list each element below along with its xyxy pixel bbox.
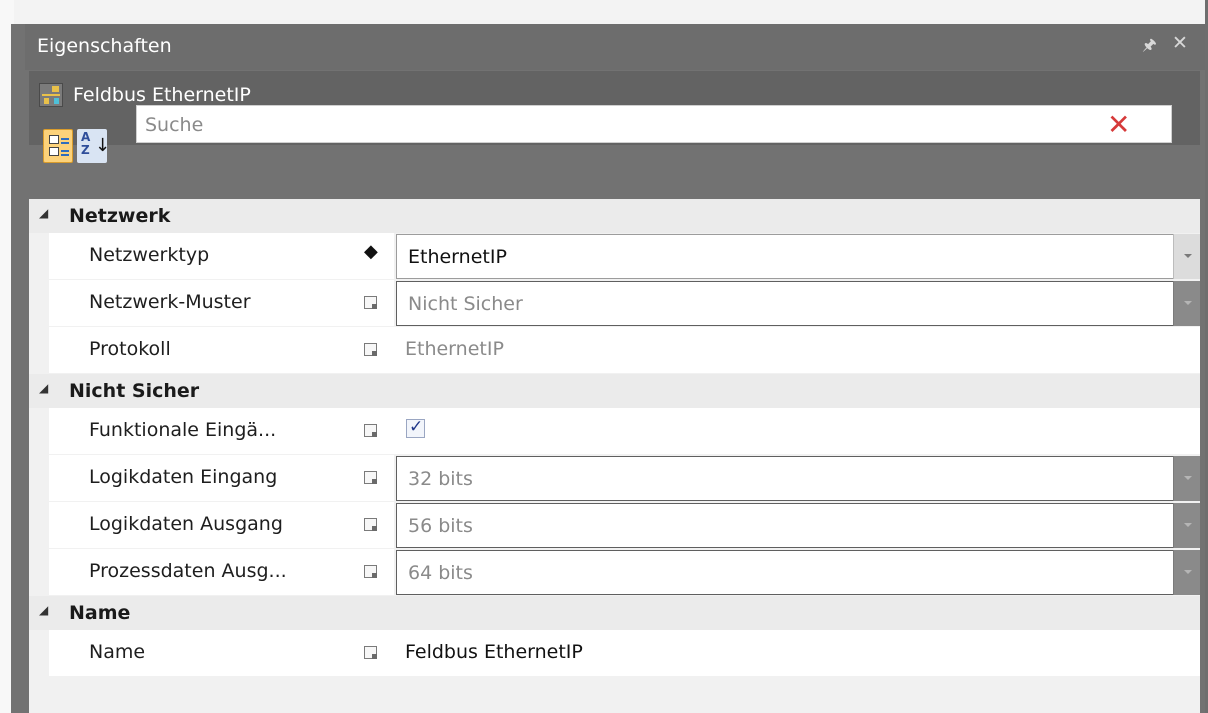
dropdown-arrow-icon[interactable] xyxy=(1173,503,1200,548)
property-marker-cell[interactable] xyxy=(364,455,394,501)
property-value-dropdown[interactable]: EthernetIP xyxy=(396,234,1200,279)
property-name-cell: Netzwerk-Muster xyxy=(49,280,364,326)
property-checkbox[interactable] xyxy=(406,417,425,438)
search-box[interactable]: Suche ✕ xyxy=(136,105,1172,143)
icon-line xyxy=(61,142,69,144)
panel-title: Eigenschaften xyxy=(37,35,172,57)
property-row[interactable]: Protokoll EthernetIP xyxy=(49,327,1200,374)
icon-line xyxy=(61,138,69,140)
property-name: Name xyxy=(89,641,146,663)
property-row[interactable]: Prozessdaten Ausg... 64 bits xyxy=(49,549,1200,596)
property-marker-cell[interactable] xyxy=(364,408,394,454)
property-marker-cell[interactable] xyxy=(364,502,394,548)
property-marker-diamond-icon[interactable]: ◆ xyxy=(364,241,378,262)
category-label: Nicht Sicher xyxy=(69,380,200,402)
property-row[interactable]: Logikdaten Ausgang 56 bits xyxy=(49,502,1200,549)
property-marker-icon[interactable] xyxy=(364,343,377,356)
pin-icon[interactable]: 🖈 xyxy=(1142,34,1157,61)
property-name: Logikdaten Ausgang xyxy=(89,513,283,535)
dropdown-arrow-icon[interactable] xyxy=(1173,550,1200,595)
sort-alphabetical-button[interactable]: AZ ↓ xyxy=(77,129,111,163)
category-header[interactable]: ◢ Name xyxy=(29,596,1200,630)
property-marker-cell[interactable] xyxy=(364,280,394,326)
property-name: Prozessdaten Ausg... xyxy=(89,560,287,582)
property-value-dropdown[interactable]: 32 bits xyxy=(396,456,1200,501)
property-name-cell: Netzwerktyp xyxy=(49,233,364,279)
property-value: EthernetIP xyxy=(408,246,507,268)
arrow-down-icon: ↓ xyxy=(95,135,111,156)
categorized-view-icon-part xyxy=(49,147,59,156)
property-marker-icon[interactable] xyxy=(364,646,377,659)
property-value-dropdown[interactable]: Nicht Sicher xyxy=(396,281,1200,326)
property-name-cell: Prozessdaten Ausg... xyxy=(49,549,364,595)
property-marker-icon[interactable] xyxy=(364,471,377,484)
property-value: 64 bits xyxy=(408,562,473,584)
property-marker-icon[interactable] xyxy=(364,296,377,309)
property-name: Funktionale Eingä... xyxy=(89,419,277,441)
property-name: Netzwerk-Muster xyxy=(89,291,251,313)
property-value: 56 bits xyxy=(408,515,473,537)
property-marker-cell[interactable] xyxy=(364,630,394,676)
property-value-field[interactable]: Feldbus EthernetIP xyxy=(394,630,1200,676)
property-name-cell: Name xyxy=(49,630,364,676)
property-name: Netzwerktyp xyxy=(89,244,210,266)
property-value: 32 bits xyxy=(408,468,473,490)
property-name: Protokoll xyxy=(89,338,171,360)
category-label: Name xyxy=(69,602,131,624)
property-name-cell: Logikdaten Ausgang xyxy=(49,502,364,548)
property-value-dropdown[interactable]: 64 bits xyxy=(396,550,1200,595)
property-marker-cell[interactable] xyxy=(364,549,394,595)
dropdown-arrow-icon[interactable] xyxy=(1173,234,1200,279)
property-marker-icon[interactable] xyxy=(364,518,377,531)
dropdown-arrow-icon[interactable] xyxy=(1173,456,1200,501)
property-row[interactable]: Logikdaten Eingang 32 bits xyxy=(49,455,1200,502)
panel-titlebar[interactable]: Eigenschaften 🖈 ✕ xyxy=(25,24,1205,70)
property-name-cell: Funktionale Eingä... xyxy=(49,408,364,454)
icon-line xyxy=(61,154,69,156)
category-header[interactable]: ◢ Nicht Sicher xyxy=(29,374,1200,408)
search-input[interactable]: Suche xyxy=(145,114,203,136)
close-icon[interactable]: ✕ xyxy=(1172,32,1188,54)
icon-line xyxy=(61,150,69,152)
property-row[interactable]: Netzwerk-Muster Nicht Sicher xyxy=(49,280,1200,327)
property-value: Nicht Sicher xyxy=(408,293,523,315)
property-value-dropdown[interactable]: 56 bits xyxy=(396,503,1200,548)
property-name-cell: Logikdaten Eingang xyxy=(49,455,364,501)
sort-alphabetical-icon: AZ xyxy=(81,130,91,157)
property-row[interactable]: Netzwerktyp ◆ EthernetIP xyxy=(49,233,1200,280)
property-row[interactable]: Name Feldbus EthernetIP xyxy=(49,630,1200,677)
property-grid: ◢ Netzwerk Netzwerktyp ◆ EthernetIP Netzwerk-… xyxy=(29,199,1200,713)
fieldbus-icon xyxy=(39,83,63,107)
categorized-view-icon xyxy=(49,135,59,144)
property-value-field[interactable]: EthernetIP xyxy=(394,327,1200,373)
object-title: Feldbus EthernetIP xyxy=(73,84,251,106)
property-value-checkbox-cell[interactable] xyxy=(394,408,1200,454)
property-name-cell: Protokoll xyxy=(49,327,364,373)
collapse-triangle-icon[interactable]: ◢ xyxy=(39,206,48,220)
property-name: Logikdaten Eingang xyxy=(89,466,278,488)
category-header[interactable]: ◢ Netzwerk xyxy=(29,199,1200,233)
property-marker-icon[interactable] xyxy=(364,424,377,437)
category-label: Netzwerk xyxy=(69,205,171,227)
property-value: EthernetIP xyxy=(405,338,504,360)
property-value: Feldbus EthernetIP xyxy=(405,641,583,663)
categorized-view-button[interactable] xyxy=(43,129,73,163)
property-marker-icon[interactable] xyxy=(364,565,377,578)
clear-search-icon[interactable]: ✕ xyxy=(1107,108,1130,141)
collapse-triangle-icon[interactable]: ◢ xyxy=(39,381,48,395)
property-marker-cell[interactable]: ◆ xyxy=(364,233,394,279)
collapse-triangle-icon[interactable]: ◢ xyxy=(39,603,48,617)
property-row[interactable]: Funktionale Eingä... xyxy=(49,408,1200,455)
property-marker-cell[interactable] xyxy=(364,327,394,373)
dropdown-arrow-icon[interactable] xyxy=(1173,281,1200,326)
